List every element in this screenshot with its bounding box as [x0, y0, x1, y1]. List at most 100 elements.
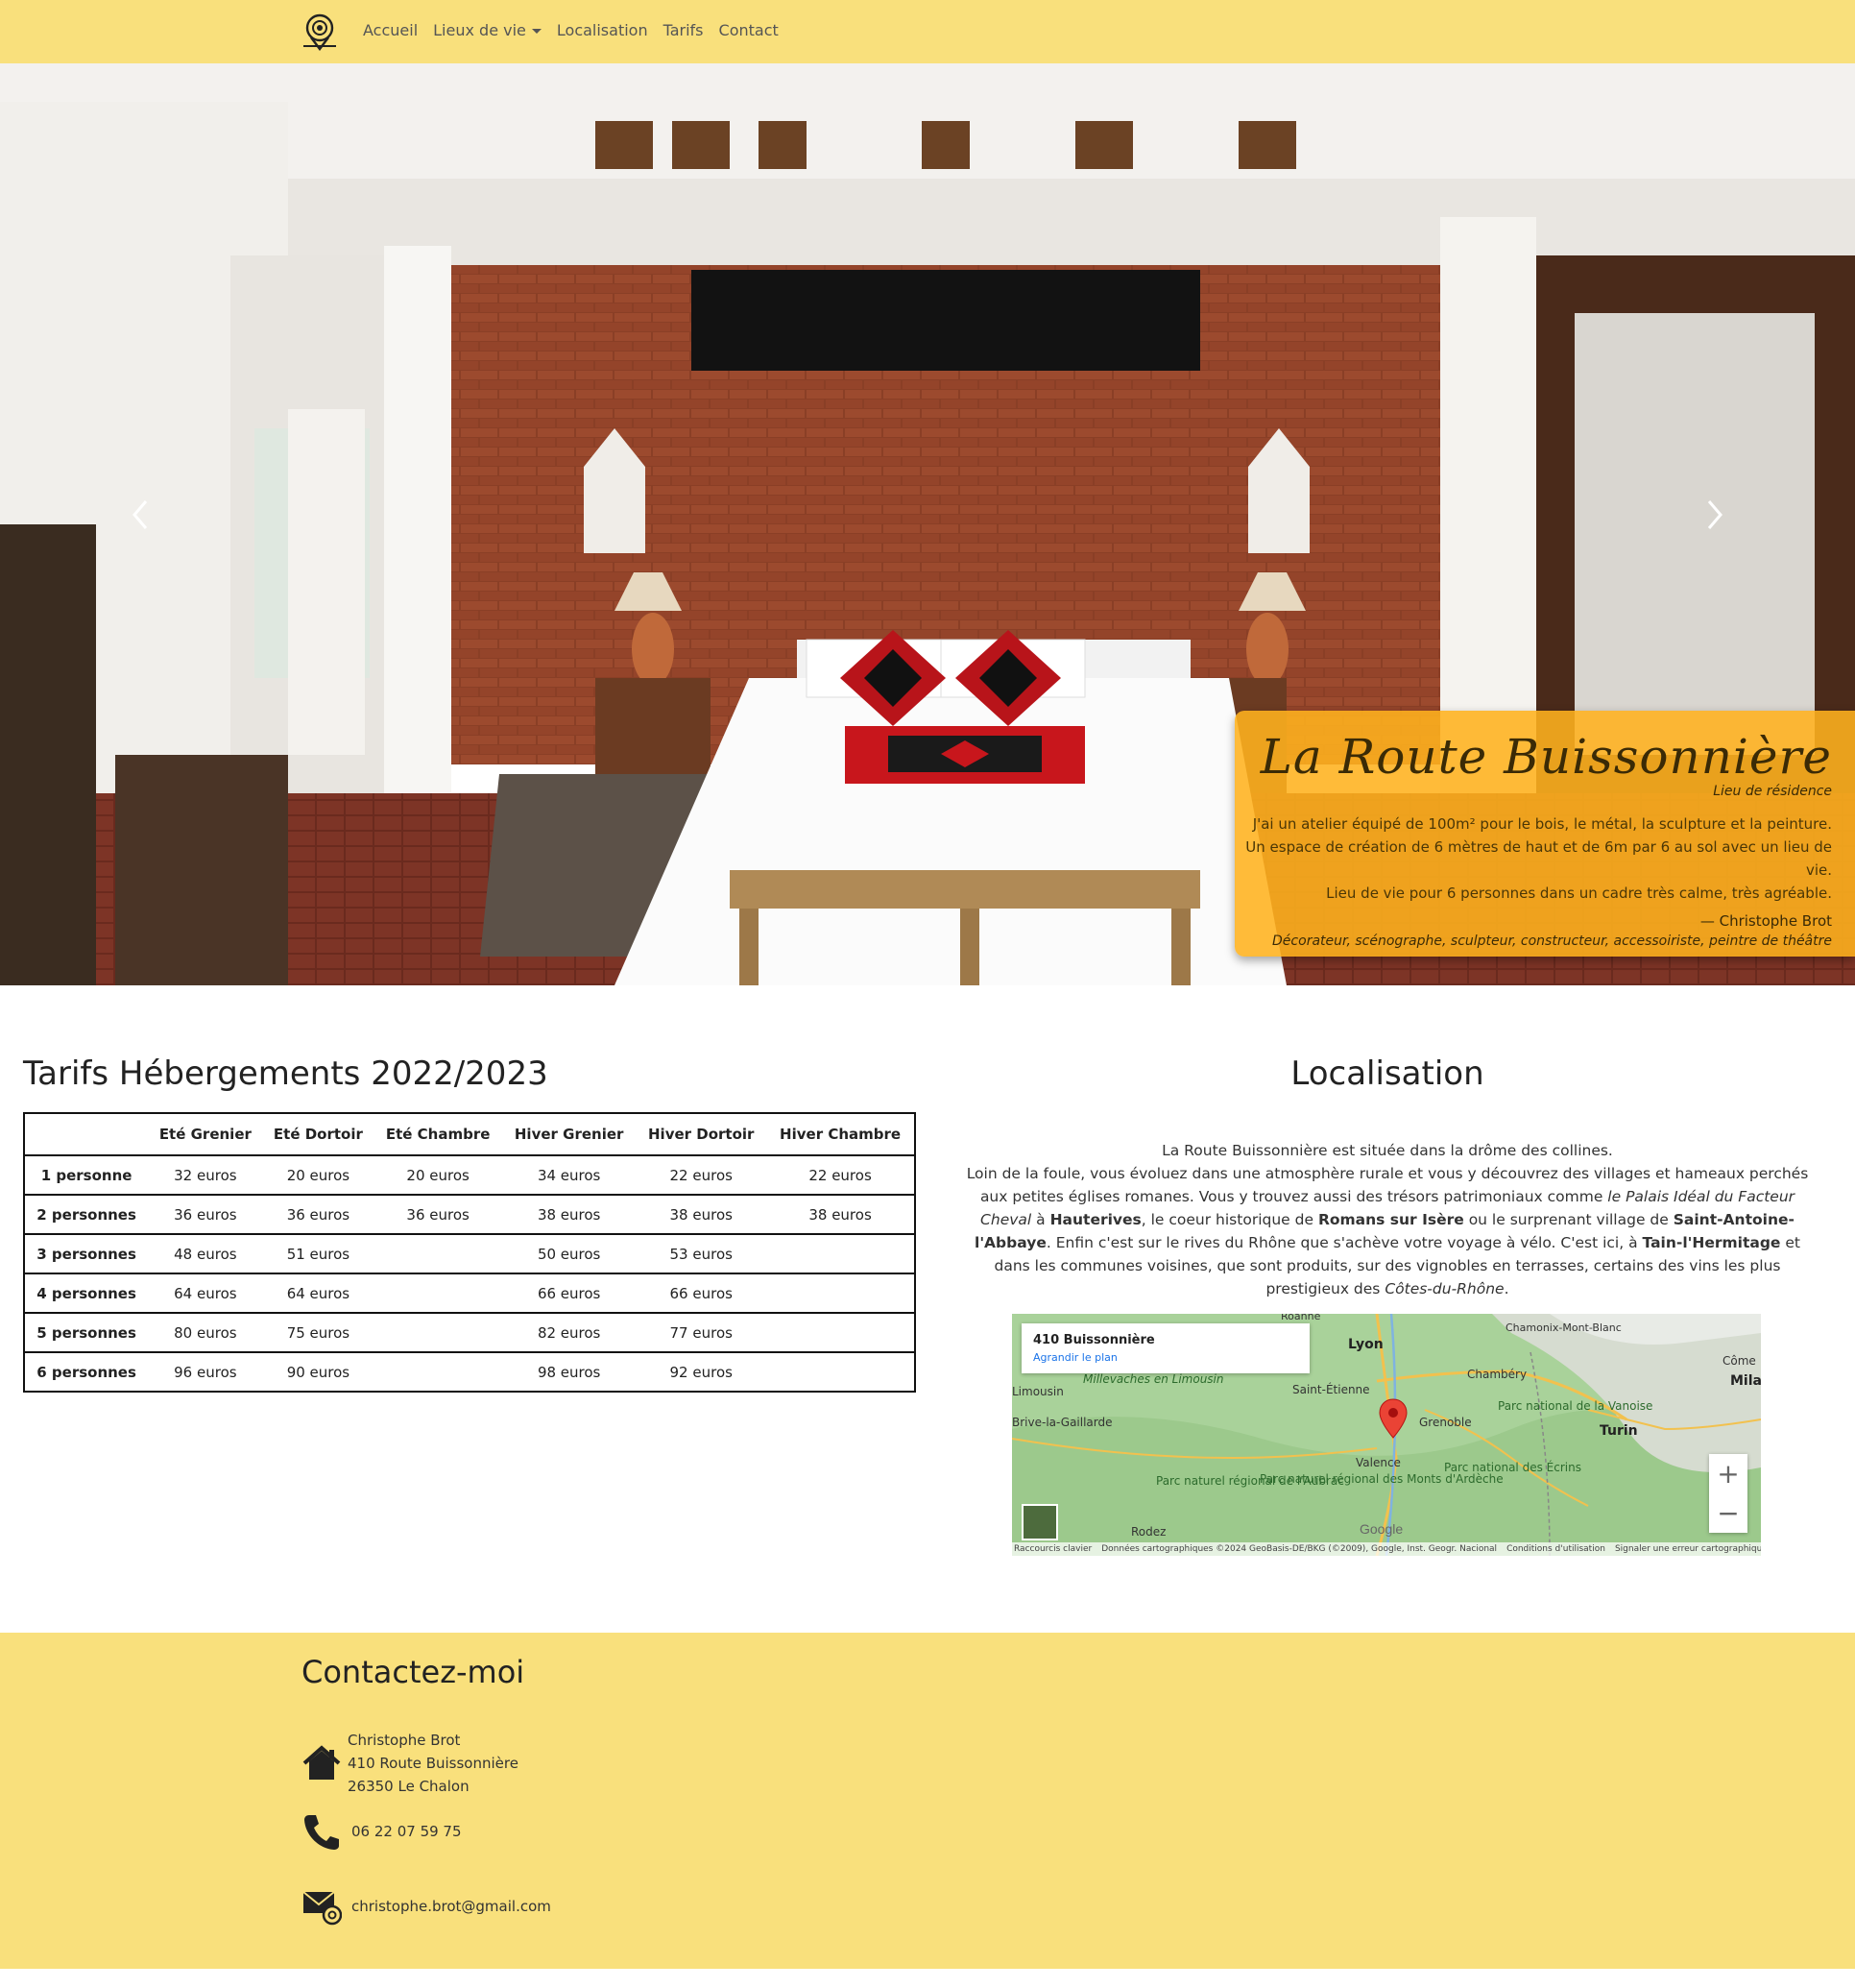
map-park-ardeche: Parc naturel régional des Monts d'Ardèch… [1260, 1473, 1504, 1486]
price-cell: 66 euros [636, 1273, 767, 1314]
email-address[interactable]: christophe.brot@gmail.com [351, 1898, 551, 1915]
table-row: 5 personnes 80 euros 75 euros 82 euros 7… [24, 1313, 915, 1353]
column-header: Eté Grenier [148, 1113, 263, 1156]
table-row: 6 personnes 96 euros 90 euros 98 euros 9… [24, 1352, 915, 1393]
map-terms-link[interactable]: Conditions d'utilisation [1506, 1544, 1605, 1554]
carousel-caption: La Route Buissonnière Lieu de résidence … [1235, 711, 1855, 957]
google-logo: Google [1360, 1521, 1404, 1537]
price-cell: 80 euros [148, 1313, 263, 1353]
map-label-chambery: Chambéry [1467, 1368, 1528, 1381]
column-header: Hiver Chambre [766, 1113, 915, 1156]
nav-localisation[interactable]: Localisation [557, 21, 648, 39]
price-cell [373, 1273, 502, 1314]
price-cell [766, 1234, 915, 1274]
price-cell: 22 euros [766, 1155, 915, 1196]
map-label-chamonix: Chamonix-Mont-Blanc [1506, 1321, 1622, 1334]
hero-carousel: La Route Buissonnière Lieu de résidence … [0, 63, 1855, 985]
map-label-roanne: Roanne [1281, 1314, 1321, 1322]
google-map[interactable]: Lyon Grenoble Turin Valence Chambéry Sai… [1012, 1314, 1761, 1556]
contact-street: 410 Route Buissonnière [348, 1755, 518, 1772]
nav-contact[interactable]: Contact [719, 21, 779, 39]
price-cell [373, 1313, 502, 1353]
price-cell: 77 euros [636, 1313, 767, 1353]
contact-city: 26350 Le Chalon [348, 1778, 470, 1795]
mail-at-icon [302, 1891, 342, 1926]
zoom-in-button[interactable]: + [1709, 1454, 1747, 1493]
map-label-come: Côme [1722, 1354, 1756, 1368]
navbar: Accueil Lieux de vie Localisation Tarifs… [0, 0, 1855, 63]
price-cell [766, 1273, 915, 1314]
map-footer: Raccourcis clavier Données cartographiqu… [1012, 1542, 1761, 1556]
map-satellite-toggle[interactable] [1022, 1504, 1058, 1540]
nav-lieux-label: Lieux de vie [433, 21, 526, 39]
row-header: 1 personne [24, 1155, 149, 1196]
price-cell: 50 euros [501, 1234, 637, 1274]
price-cell: 90 euros [262, 1352, 374, 1393]
map-label-valence: Valence [1356, 1456, 1401, 1469]
zoom-out-button[interactable]: − [1709, 1493, 1747, 1533]
map-label-mila: Mila [1730, 1373, 1761, 1389]
location-pin-icon[interactable] [300, 12, 340, 52]
table-header-row: Eté Grenier Eté Dortoir Eté Chambre Hive… [24, 1113, 915, 1156]
phone-icon [304, 1815, 339, 1850]
carousel-next-button[interactable] [1696, 486, 1734, 544]
map-label-limousin: Limousin [1012, 1385, 1064, 1398]
price-cell: 36 euros [262, 1195, 374, 1235]
phone-number[interactable]: 06 22 07 59 75 [351, 1823, 462, 1840]
price-cell: 51 euros [262, 1234, 374, 1274]
quote-line: Un espace de création de 6 mètres de hau… [1245, 838, 1832, 879]
map-report-link[interactable]: Signaler une erreur cartographique [1615, 1544, 1761, 1554]
price-cell: 64 euros [262, 1273, 374, 1314]
column-header: Hiver Dortoir [636, 1113, 767, 1156]
map-place-name: 410 Buissonnière [1033, 1333, 1155, 1347]
caption-role: Décorateur, scénographe, sculpteur, cons… [1272, 933, 1832, 949]
price-cell: 34 euros [501, 1155, 637, 1196]
map-marker-icon[interactable] [1379, 1398, 1408, 1439]
row-header: 4 personnes [24, 1273, 149, 1314]
price-cell [373, 1352, 502, 1393]
price-cell: 64 euros [148, 1273, 263, 1314]
column-header: Eté Chambre [373, 1113, 502, 1156]
chevron-left-icon [132, 500, 148, 529]
price-cell: 32 euros [148, 1155, 263, 1196]
row-header: 2 personnes [24, 1195, 149, 1235]
carousel-prev-button[interactable] [121, 486, 159, 544]
price-cell: 53 euros [636, 1234, 767, 1274]
map-place-card: 410 Buissonnière Agrandir le plan [1022, 1323, 1310, 1373]
price-cell: 22 euros [636, 1155, 767, 1196]
map-shortcuts-link[interactable]: Raccourcis clavier [1014, 1544, 1092, 1554]
price-cell: 38 euros [766, 1195, 915, 1235]
chevron-right-icon [1707, 500, 1722, 529]
price-cell: 20 euros [262, 1155, 374, 1196]
table-row: 3 personnes 48 euros 51 euros 50 euros 5… [24, 1234, 915, 1274]
column-header: Eté Dortoir [262, 1113, 374, 1156]
map-zoom-controls: + − [1709, 1454, 1747, 1533]
price-cell: 38 euros [636, 1195, 767, 1235]
price-cell: 66 euros [501, 1273, 637, 1314]
nav-tarifs[interactable]: Tarifs [663, 21, 704, 39]
contact-name: Christophe Brot [348, 1732, 461, 1749]
quote-line: J'ai un atelier équipé de 100m² pour le … [1252, 815, 1832, 833]
map-park-aubrac: Parc naturel régional de l'Aubrac [1156, 1475, 1344, 1488]
price-cell: 36 euros [148, 1195, 263, 1235]
price-cell: 38 euros [501, 1195, 637, 1235]
map-label-brive: Brive-la-Gaillarde [1012, 1416, 1113, 1429]
price-cell: 20 euros [373, 1155, 502, 1196]
row-header: 5 personnes [24, 1313, 149, 1353]
contact-phone: 06 22 07 59 75 [301, 1811, 462, 1852]
home-icon [302, 1745, 341, 1780]
price-cell [766, 1352, 915, 1393]
caption-title: La Route Buissonnière [1260, 729, 1832, 785]
nav-lieux-de-vie-dropdown[interactable]: Lieux de vie [433, 21, 542, 39]
map-enlarge-link[interactable]: Agrandir le plan [1033, 1351, 1298, 1364]
price-cell: 82 euros [501, 1313, 637, 1353]
row-header: 3 personnes [24, 1234, 149, 1274]
price-cell [373, 1234, 502, 1274]
tarifs-table: Eté Grenier Eté Dortoir Eté Chambre Hive… [23, 1112, 916, 1393]
caption-author: — Christophe Brot [1699, 912, 1832, 930]
table-row: 4 personnes 64 euros 64 euros 66 euros 6… [24, 1273, 915, 1314]
price-cell: 75 euros [262, 1313, 374, 1353]
nav-accueil[interactable]: Accueil [363, 21, 418, 39]
map-label-grenoble: Grenoble [1419, 1416, 1472, 1429]
contact-title: Contactez-moi [301, 1654, 525, 1690]
